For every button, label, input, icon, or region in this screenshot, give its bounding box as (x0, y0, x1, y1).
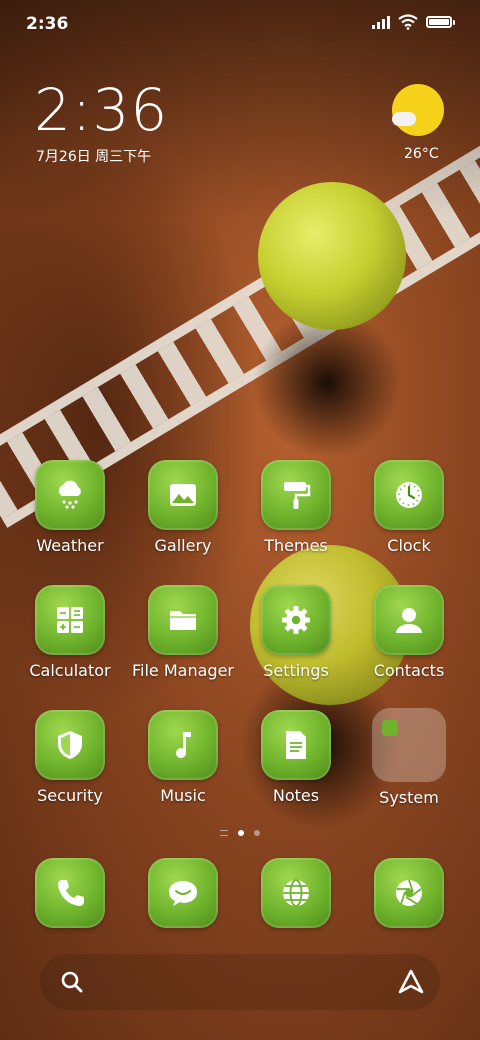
app-tile[interactable] (148, 460, 218, 530)
globe-icon (283, 879, 309, 907)
person-icon (396, 608, 422, 633)
app-tile[interactable] (261, 585, 331, 655)
app-tile[interactable] (374, 858, 444, 928)
app-tile[interactable] (35, 460, 105, 530)
dock-browser[interactable] (241, 858, 351, 928)
cloud-snow-icon (58, 480, 81, 509)
home-screen: 2:36 2:36 7月26日 周三下午 26°C Weather Galler… (0, 0, 480, 1040)
app-label: Weather (36, 536, 104, 555)
wifi-icon (398, 14, 418, 30)
app-weather[interactable]: Weather (15, 460, 125, 555)
app-calculator[interactable]: Calculator (15, 585, 125, 680)
page-menu-icon[interactable] (220, 830, 228, 836)
clock-icon (396, 482, 422, 508)
app-tile[interactable] (261, 858, 331, 928)
dock-camera[interactable] (354, 858, 464, 928)
app-clock[interactable]: Clock (354, 460, 464, 555)
app-label: File Manager (132, 661, 234, 680)
app-tile[interactable] (261, 710, 331, 780)
app-tile[interactable] (374, 585, 444, 655)
app-label: Settings (263, 661, 329, 680)
app-tile[interactable] (148, 710, 218, 780)
camera-aperture-icon (396, 879, 422, 906)
app-tile[interactable] (35, 858, 105, 928)
weather-temperature: 26°C (404, 146, 439, 162)
search-bar[interactable] (40, 954, 440, 1010)
app-label: Contacts (373, 661, 445, 680)
app-label: Calculator (29, 661, 111, 680)
app-label: Clock (387, 536, 431, 555)
search-icon[interactable] (60, 970, 84, 994)
dock-phone[interactable] (15, 858, 125, 928)
folder-icon (170, 611, 196, 630)
status-time: 2:36 (26, 14, 69, 34)
app-label: Notes (272, 786, 320, 805)
wallpaper-ball-shadow (252, 308, 402, 458)
app-settings[interactable]: Settings (241, 585, 351, 680)
page-dot[interactable] (254, 830, 260, 836)
app-file-manager[interactable]: File Manager (128, 585, 238, 680)
app-tile[interactable] (35, 585, 105, 655)
shield-icon (58, 731, 82, 759)
app-label: Themes (264, 536, 328, 555)
page-dot-active[interactable] (238, 830, 244, 836)
app-contacts[interactable]: Contacts (354, 585, 464, 680)
phone-icon (58, 880, 84, 906)
app-security[interactable]: Security (15, 710, 125, 805)
folder-mini-app (382, 720, 398, 736)
app-tile[interactable] (148, 858, 218, 928)
chat-icon (169, 881, 197, 906)
app-label: Security (37, 786, 103, 805)
app-gallery[interactable]: Gallery (128, 460, 238, 555)
cloud-icon (392, 112, 416, 126)
dock-messages[interactable] (128, 858, 238, 928)
status-icons (372, 14, 455, 30)
note-icon (286, 731, 306, 759)
app-music[interactable]: Music (128, 710, 238, 805)
app-label: Music (160, 786, 206, 805)
folder-system[interactable]: System (354, 708, 464, 807)
folder-icon[interactable] (372, 708, 446, 782)
assistant-icon[interactable] (396, 968, 426, 996)
app-label: Gallery (154, 536, 212, 555)
battery-icon (426, 16, 455, 28)
sun-icon[interactable] (392, 84, 444, 136)
image-icon (170, 484, 196, 506)
paint-roller-icon (284, 482, 311, 509)
app-themes[interactable]: Themes (241, 460, 351, 555)
signal-icon (372, 15, 390, 29)
calculator-icon (57, 607, 83, 633)
app-label: System (379, 788, 439, 807)
music-note-icon (176, 732, 191, 759)
clock-widget-time[interactable]: 2:36 (34, 80, 168, 140)
app-tile[interactable] (148, 585, 218, 655)
status-bar: 2:36 (0, 0, 480, 48)
clock-widget-date: 7月26日 周三下午 (36, 149, 152, 165)
page-indicator[interactable] (0, 830, 480, 836)
wallpaper-tennis-ball (258, 182, 406, 330)
gear-icon (282, 606, 310, 634)
app-tile[interactable] (374, 460, 444, 530)
app-notes[interactable]: Notes (241, 710, 351, 805)
app-tile[interactable] (261, 460, 331, 530)
app-tile[interactable] (35, 710, 105, 780)
